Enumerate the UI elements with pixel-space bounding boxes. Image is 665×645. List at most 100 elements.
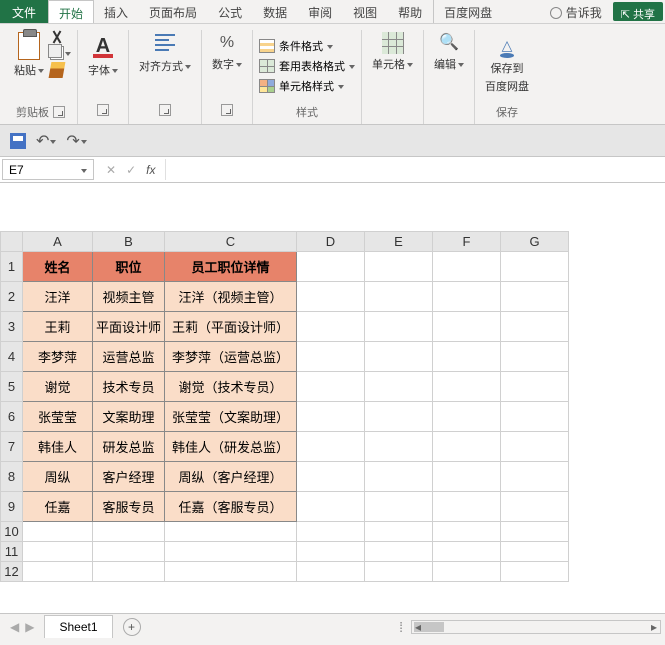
cell[interactable]: 王莉（平面设计师） — [165, 312, 297, 342]
fx-icon[interactable]: fx — [146, 163, 155, 177]
cell[interactable] — [501, 402, 569, 432]
cell[interactable]: 汪洋 — [23, 282, 93, 312]
row-header[interactable]: 11 — [1, 542, 23, 562]
row-header[interactable]: 8 — [1, 462, 23, 492]
sheet-tab[interactable]: Sheet1 — [44, 615, 112, 638]
cell[interactable] — [433, 402, 501, 432]
dialog-launcher-icon[interactable] — [53, 106, 65, 118]
name-box[interactable]: E7 — [2, 159, 94, 180]
save-cloud-button[interactable]: 保存到 百度网盘 — [481, 30, 533, 96]
cell[interactable] — [433, 562, 501, 582]
cell[interactable] — [297, 282, 365, 312]
cells-button[interactable]: 单元格 — [368, 30, 417, 74]
dialog-launcher-icon[interactable] — [159, 104, 171, 116]
cell[interactable] — [365, 372, 433, 402]
cell[interactable]: 任嘉 — [23, 492, 93, 522]
cell[interactable]: 职位 — [93, 252, 165, 282]
col-header[interactable]: C — [165, 232, 297, 252]
cell[interactable] — [297, 542, 365, 562]
row-header[interactable]: 2 — [1, 282, 23, 312]
cell[interactable]: 技术专员 — [93, 372, 165, 402]
dialog-launcher-icon[interactable] — [97, 104, 109, 116]
row-header[interactable]: 9 — [1, 492, 23, 522]
worksheet[interactable]: ABCDEFG 1姓名职位员工职位详情2汪洋视频主管汪洋（视频主管）3王莉平面设… — [0, 231, 665, 613]
col-header[interactable]: A — [23, 232, 93, 252]
cell[interactable]: 文案助理 — [93, 402, 165, 432]
menu-tab-6[interactable]: 视图 — [343, 0, 388, 23]
cell[interactable] — [501, 492, 569, 522]
cell[interactable]: 汪洋（视频主管） — [165, 282, 297, 312]
row-header[interactable]: 1 — [1, 252, 23, 282]
row-header[interactable]: 5 — [1, 372, 23, 402]
cell[interactable] — [433, 312, 501, 342]
dialog-launcher-icon[interactable] — [221, 104, 233, 116]
menu-tab-5[interactable]: 审阅 — [298, 0, 343, 23]
cell[interactable] — [365, 432, 433, 462]
scroll-right-icon[interactable]: ▸ — [648, 620, 660, 634]
cell[interactable] — [433, 342, 501, 372]
cell[interactable] — [365, 492, 433, 522]
horizontal-scrollbar[interactable]: ◂ ▸ — [411, 620, 661, 634]
cell[interactable] — [501, 252, 569, 282]
menu-tab-2[interactable]: 页面布局 — [139, 0, 208, 23]
cell[interactable] — [23, 522, 93, 542]
cell[interactable]: 视频主管 — [93, 282, 165, 312]
cell[interactable] — [23, 562, 93, 582]
cell[interactable] — [501, 342, 569, 372]
cell[interactable] — [501, 462, 569, 492]
menu-tab-4[interactable]: 数据 — [253, 0, 298, 23]
cell[interactable] — [23, 542, 93, 562]
cell[interactable] — [297, 312, 365, 342]
cut-icon[interactable] — [50, 30, 64, 44]
cell[interactable] — [93, 522, 165, 542]
tab-prev-icon[interactable]: ◀ — [10, 620, 19, 634]
row-header[interactable]: 6 — [1, 402, 23, 432]
editing-button[interactable]: 编辑 — [430, 30, 468, 74]
cell[interactable] — [297, 562, 365, 582]
cell[interactable]: 王莉 — [23, 312, 93, 342]
menu-tab-1[interactable]: 插入 — [94, 0, 139, 23]
cell[interactable]: 客服专员 — [93, 492, 165, 522]
cell[interactable] — [165, 542, 297, 562]
cell[interactable] — [433, 462, 501, 492]
cell[interactable] — [297, 462, 365, 492]
cell[interactable] — [433, 492, 501, 522]
tab-next-icon[interactable]: ▶ — [25, 620, 34, 634]
cell[interactable] — [365, 542, 433, 562]
col-header[interactable]: B — [93, 232, 165, 252]
cell[interactable]: 周纵 — [23, 462, 93, 492]
share-button[interactable]: ⇱ 共享 — [613, 2, 663, 21]
row-header[interactable]: 10 — [1, 522, 23, 542]
paste-button[interactable]: 粘贴 — [10, 30, 48, 80]
cell[interactable] — [297, 522, 365, 542]
cell[interactable]: 谢觉（技术专员） — [165, 372, 297, 402]
cell[interactable]: 韩佳人（研发总监） — [165, 432, 297, 462]
row-header[interactable]: 12 — [1, 562, 23, 582]
col-header[interactable]: D — [297, 232, 365, 252]
cell[interactable]: 韩佳人 — [23, 432, 93, 462]
cell[interactable] — [297, 402, 365, 432]
cell[interactable]: 张莹莹（文案助理） — [165, 402, 297, 432]
font-button[interactable]: A 字体 — [84, 30, 122, 80]
cell[interactable]: 张莹莹 — [23, 402, 93, 432]
cell[interactable]: 李梦萍（运营总监） — [165, 342, 297, 372]
cell[interactable]: 员工职位详情 — [165, 252, 297, 282]
conditional-format-button[interactable]: 条件格式 — [259, 37, 333, 55]
col-header[interactable]: G — [501, 232, 569, 252]
cell[interactable] — [297, 342, 365, 372]
tell-me[interactable]: 告诉我 — [540, 0, 613, 23]
row-header[interactable]: 3 — [1, 312, 23, 342]
cell[interactable] — [433, 522, 501, 542]
col-header[interactable]: F — [433, 232, 501, 252]
new-sheet-button[interactable]: + — [123, 618, 141, 636]
cell[interactable] — [365, 522, 433, 542]
cell[interactable] — [433, 252, 501, 282]
scroll-left-icon[interactable]: ◂ — [412, 620, 424, 634]
cell[interactable] — [297, 492, 365, 522]
cell[interactable] — [433, 372, 501, 402]
cell[interactable] — [365, 252, 433, 282]
format-as-table-button[interactable]: 套用表格格式 — [259, 57, 355, 75]
save-icon[interactable] — [10, 133, 26, 149]
cell[interactable]: 谢觉 — [23, 372, 93, 402]
cell[interactable]: 任嘉（客服专员） — [165, 492, 297, 522]
